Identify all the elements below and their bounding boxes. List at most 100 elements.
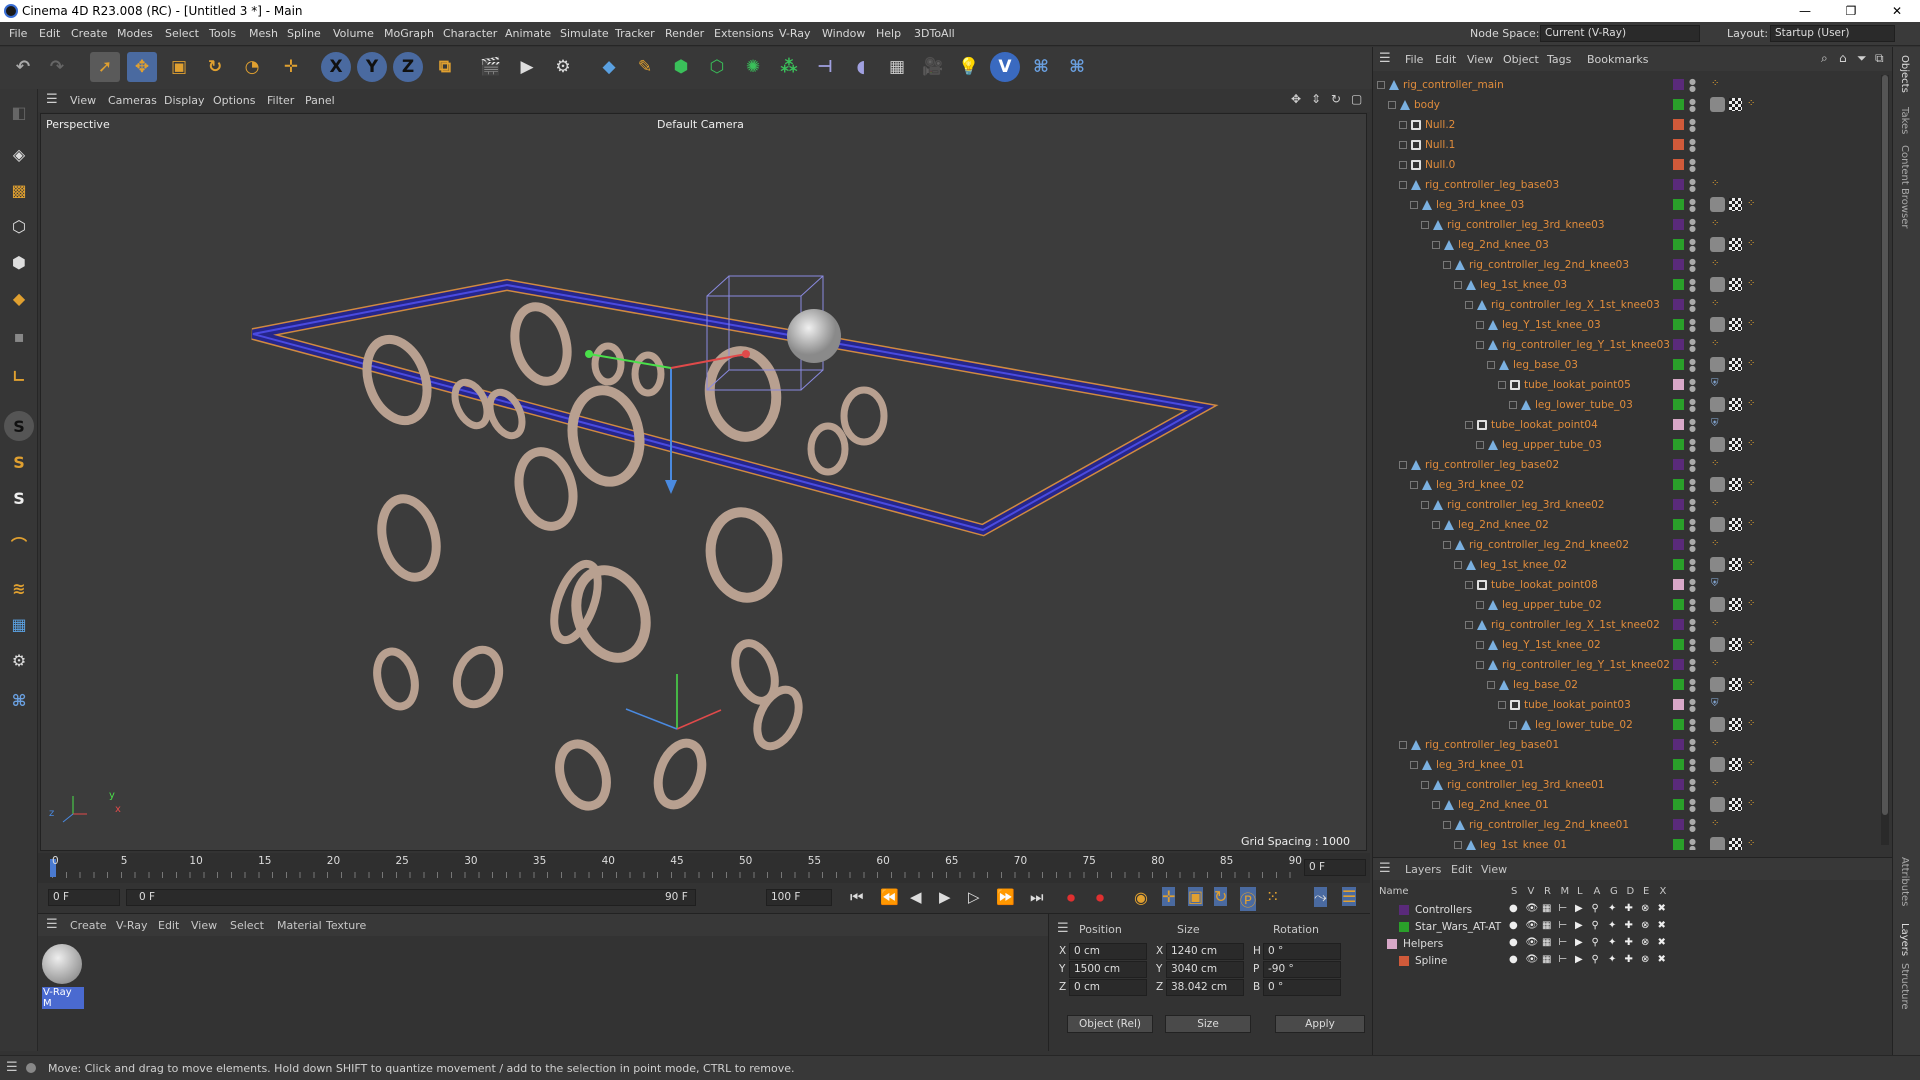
current-frame-field[interactable]: 0 F <box>1304 859 1366 876</box>
object-name[interactable]: leg_2nd_knee_01 <box>1458 799 1549 811</box>
coords-menu-icon[interactable]: ☰ <box>1057 921 1069 936</box>
object-scrollbar[interactable] <box>1881 75 1889 845</box>
object-name[interactable]: Null.2 <box>1425 119 1455 131</box>
record-icon[interactable]: ⏺ <box>1067 888 1075 908</box>
home-icon[interactable]: ⌂ <box>1839 51 1847 65</box>
material-tag-icon[interactable] <box>1710 277 1725 292</box>
object-row[interactable]: leg_3rd_knee_03 ● ● ⁘ <box>1373 195 1878 215</box>
layer-toggle-icon[interactable]: 👁 <box>1526 954 1539 965</box>
visibility-dots-icon[interactable]: ● ● <box>1689 378 1696 393</box>
object-name[interactable]: leg_2nd_knee_03 <box>1458 239 1549 251</box>
viewport-maximize-icon[interactable]: ▢ <box>1351 92 1362 106</box>
expand-toggle-icon[interactable] <box>1399 121 1407 129</box>
magnet-icon[interactable]: ⌒ <box>4 529 34 559</box>
layer-color-swatch[interactable] <box>1673 839 1684 850</box>
layer-toggle-icon[interactable]: ⊢ <box>1559 920 1568 931</box>
python-console-icon[interactable]: ⌘ <box>4 685 34 715</box>
node-space-select[interactable]: Current (V-Ray) <box>1540 25 1700 42</box>
layer-toggle-icon[interactable]: ▶ <box>1575 903 1583 914</box>
redo-icon[interactable]: ↷ <box>42 52 72 82</box>
layer-color-swatch[interactable] <box>1673 499 1684 510</box>
transform-tool-icon[interactable]: ✛ <box>276 52 306 82</box>
ik-tag-icon[interactable]: ⁘ <box>1711 658 1719 669</box>
expand-toggle-icon[interactable] <box>1509 721 1517 729</box>
expand-toggle-icon[interactable] <box>1476 321 1484 329</box>
cube-icon[interactable]: ◆ <box>594 52 624 82</box>
object-row[interactable]: rig_controller_leg_2nd_knee02 ● ● ⁘ <box>1373 535 1878 555</box>
expand-toggle-icon[interactable] <box>1454 281 1462 289</box>
layer-toggle-icon[interactable]: ✚ <box>1625 920 1633 931</box>
material-tag-icon[interactable] <box>1710 597 1725 612</box>
ik-tag-icon[interactable]: ⁘ <box>1711 458 1719 469</box>
object-name[interactable]: rig_controller_leg_Y_1st_knee03 <box>1502 339 1670 351</box>
layer-name[interactable]: Helpers <box>1403 938 1443 950</box>
object-name[interactable]: rig_controller_main <box>1403 79 1504 91</box>
vray-icon[interactable]: V <box>990 52 1020 82</box>
layer-toggle-icon[interactable]: ● <box>1509 937 1518 948</box>
layer-name[interactable]: Spline <box>1415 955 1447 967</box>
material-menu-material[interactable]: Material <box>277 919 322 932</box>
visibility-dots-icon[interactable]: ● ● <box>1689 578 1696 593</box>
python-icon[interactable]: ⌘ <box>1026 52 1056 82</box>
viewport-menu-cameras[interactable]: Cameras <box>108 94 157 107</box>
object-row[interactable]: leg_1st_knee_03 ● ● ⁘ <box>1373 275 1878 295</box>
object-name[interactable]: rig_controller_leg_base02 <box>1425 459 1559 471</box>
apply-button[interactable]: Apply <box>1275 1015 1365 1033</box>
texture-tag-icon[interactable] <box>1729 598 1742 611</box>
layer-color-swatch[interactable] <box>1673 439 1684 450</box>
ik-tag-icon[interactable]: ⁘ <box>1711 338 1719 349</box>
next-key-icon[interactable]: ⏩ <box>996 888 1015 906</box>
layer-toggle-icon[interactable]: ✦ <box>1608 903 1616 914</box>
layer-toggle-icon[interactable]: 👁 <box>1526 903 1539 914</box>
visibility-dots-icon[interactable]: ● ● <box>1689 358 1696 373</box>
layer-color-swatch[interactable] <box>1673 679 1684 690</box>
object-row[interactable]: rig_controller_main ● ● ⁘ <box>1373 75 1878 95</box>
layer-menu-icon[interactable]: ☰ <box>1379 861 1391 876</box>
status-menu-icon[interactable]: ☰ <box>6 1060 18 1075</box>
texture-tag-icon[interactable] <box>1729 358 1742 371</box>
goto-start-icon[interactable]: ⏮ <box>850 888 864 906</box>
object-row[interactable]: leg_1st_knee_02 ● ● ⁘ <box>1373 555 1878 575</box>
filter-icon[interactable]: ⏷ <box>1857 51 1867 66</box>
layer-color-swatch[interactable] <box>1673 199 1684 210</box>
object-row[interactable]: leg_Y_1st_knee_03 ● ● ⁘ <box>1373 315 1878 335</box>
expand-toggle-icon[interactable] <box>1498 381 1506 389</box>
layer-menu-view[interactable]: View <box>1481 863 1507 876</box>
material-tag-icon[interactable] <box>1710 197 1725 212</box>
object-name[interactable]: leg_3rd_knee_03 <box>1436 199 1524 211</box>
object-name[interactable]: leg_lower_tube_03 <box>1535 399 1633 411</box>
material-menu-icon[interactable]: ☰ <box>46 917 58 932</box>
layer-menu-layers[interactable]: Layers <box>1405 863 1441 876</box>
menu-render[interactable]: Render <box>665 27 704 40</box>
position-field[interactable]: 0 cm <box>1069 979 1147 996</box>
object-row[interactable]: leg_2nd_knee_03 ● ● ⁘ <box>1373 235 1878 255</box>
layer-color-swatch[interactable] <box>1673 739 1684 750</box>
visibility-dots-icon[interactable]: ● ● <box>1689 218 1696 233</box>
object-menu-edit[interactable]: Edit <box>1435 53 1456 66</box>
menu-extensions[interactable]: Extensions <box>714 27 774 40</box>
menu-tools[interactable]: Tools <box>209 27 236 40</box>
size-field[interactable]: 1240 cm <box>1166 943 1244 960</box>
layer-name[interactable]: Controllers <box>1415 904 1472 916</box>
object-row[interactable]: leg_3rd_knee_01 ● ● ⁘ <box>1373 755 1878 775</box>
object-name[interactable]: rig_controller_leg_base03 <box>1425 179 1559 191</box>
deformer-icon[interactable]: ⊣ <box>810 52 840 82</box>
object-row[interactable]: leg_1st_knee_01 ● ● ⁘ <box>1373 835 1878 850</box>
visibility-dots-icon[interactable]: ● ● <box>1689 618 1696 633</box>
menu-select[interactable]: Select <box>165 27 199 40</box>
ik-tag-icon[interactable]: ⁘ <box>1747 358 1755 369</box>
material-menu-vray[interactable]: V-Ray <box>116 919 148 932</box>
material-menu-view[interactable]: View <box>191 919 217 932</box>
workplane-icon[interactable]: ∟ <box>4 361 34 391</box>
object-name[interactable]: leg_lower_tube_02 <box>1535 719 1633 731</box>
layer-color-swatch[interactable] <box>1673 99 1684 110</box>
viewport-pan-icon[interactable]: ✥ <box>1291 92 1301 106</box>
material-tag-icon[interactable] <box>1710 677 1725 692</box>
coordinate-mode-select[interactable]: Object (Rel) <box>1067 1015 1153 1033</box>
object-name[interactable]: leg_upper_tube_03 <box>1502 439 1602 451</box>
timeline-ruler[interactable]: 0 5 10 15 20 25 30 35 40 45 50 55 60 65 70 75 80 85 90 0 F <box>38 853 1370 883</box>
ik-tag-icon[interactable]: ⁘ <box>1711 778 1719 789</box>
layer-toggle-icon[interactable]: ▦ <box>1542 903 1551 914</box>
visibility-dots-icon[interactable]: ● ● <box>1689 118 1696 133</box>
layer-toggle-icon[interactable]: ✚ <box>1625 903 1633 914</box>
